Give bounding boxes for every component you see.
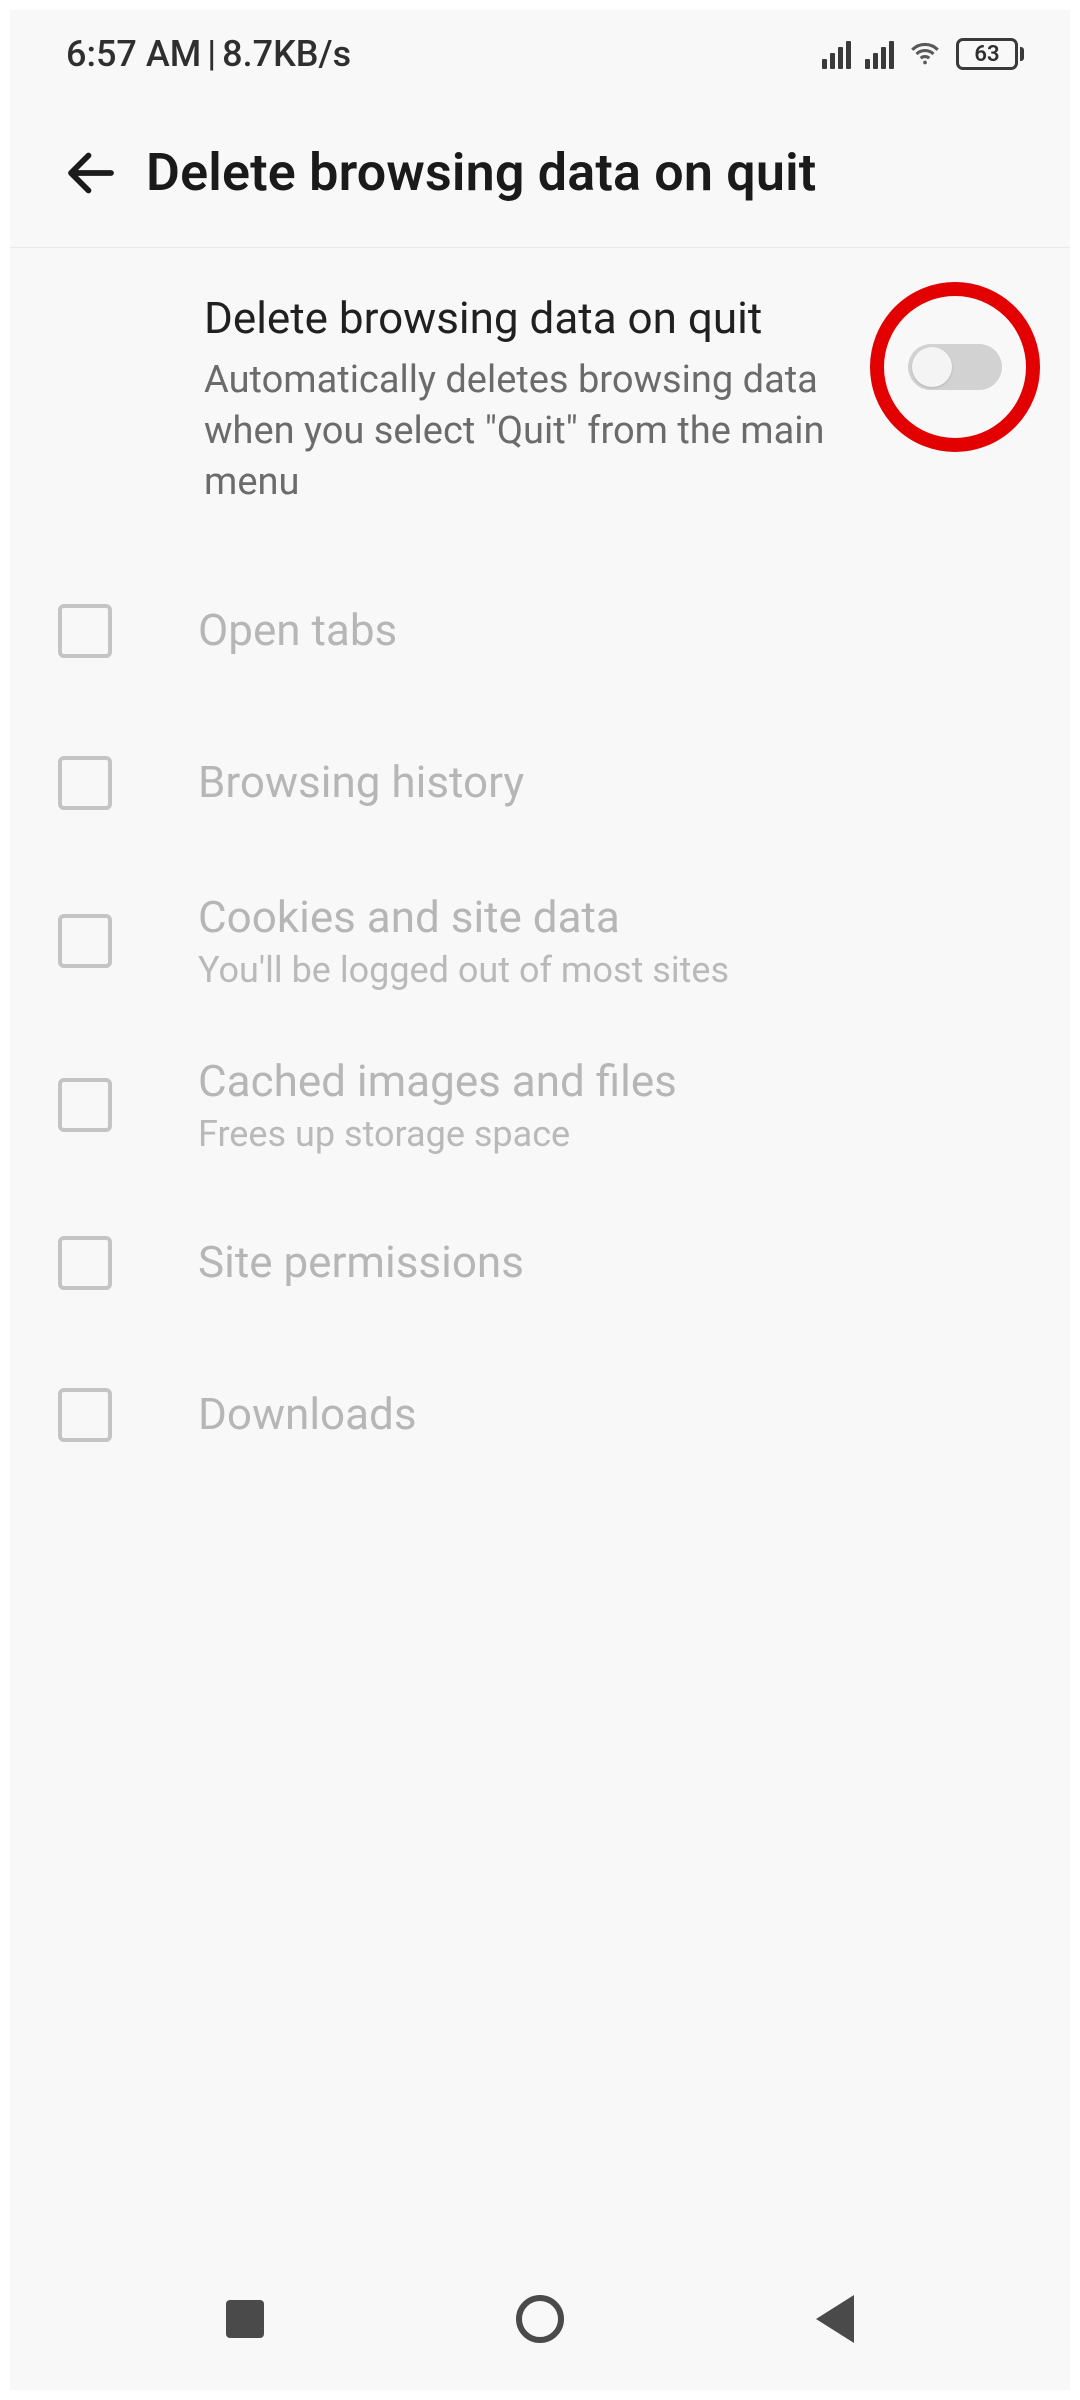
status-net-speed: 8.7KB/s (222, 33, 351, 75)
option-site-permissions[interactable]: Site permissions (10, 1187, 1070, 1339)
option-cookies[interactable]: Cookies and site dataYou'll be logged ou… (10, 859, 1070, 1023)
app-bar: Delete browsing data on quit (10, 98, 1070, 248)
main-toggle-switch[interactable] (908, 344, 1002, 390)
status-right: 63 (822, 37, 1024, 71)
square-icon (226, 2300, 264, 2338)
signal-sim2-icon (865, 39, 894, 69)
nav-recents-button[interactable] (185, 2300, 305, 2338)
status-bar: 6:57 AM | 8.7KB/s (10, 10, 1070, 98)
nav-bar (10, 2264, 1070, 2374)
options-list: Open tabs Browsing history Cookies and sit… (10, 555, 1070, 1491)
checkbox-downloads[interactable] (58, 1388, 112, 1442)
option-cached[interactable]: Cached images and filesFrees up storage … (10, 1023, 1070, 1187)
nav-back-button[interactable] (775, 2295, 895, 2343)
triangle-left-icon (816, 2295, 854, 2343)
option-sublabel: You'll be logged out of most sites (198, 949, 729, 991)
checkbox-cached[interactable] (58, 1078, 112, 1132)
checkbox-open-tabs[interactable] (58, 604, 112, 658)
nav-home-button[interactable] (480, 2295, 600, 2343)
page-title: Delete browsing data on quit (146, 142, 816, 203)
option-sublabel: Frees up storage space (198, 1113, 677, 1155)
back-button[interactable] (46, 128, 136, 218)
toggle-knob (912, 347, 952, 387)
status-left: 6:57 AM | 8.7KB/s (66, 33, 351, 75)
main-toggle-row[interactable]: Delete browsing data on quit Automatical… (10, 248, 1070, 555)
option-open-tabs[interactable]: Open tabs (10, 555, 1070, 707)
main-toggle-subtitle: Automatically deletes browsing data when… (204, 355, 840, 509)
option-label: Open tabs (198, 603, 397, 658)
status-separator: | (207, 33, 216, 75)
option-browsing-history[interactable]: Browsing history (10, 707, 1070, 859)
checkbox-browsing-history[interactable] (58, 756, 112, 810)
battery-icon: 63 (956, 38, 1024, 70)
checkbox-cookies[interactable] (58, 914, 112, 968)
signal-sim1-icon (822, 39, 851, 69)
option-label: Browsing history (198, 755, 524, 810)
arrow-left-icon (61, 143, 121, 203)
circle-icon (516, 2295, 564, 2343)
option-label: Cached images and files (198, 1054, 677, 1109)
option-label: Downloads (198, 1387, 417, 1442)
main-toggle-title: Delete browsing data on quit (204, 292, 840, 345)
checkbox-site-permissions[interactable] (58, 1236, 112, 1290)
option-label: Site permissions (198, 1235, 524, 1290)
status-time: 6:57 AM (66, 33, 201, 75)
option-label: Cookies and site data (198, 890, 729, 945)
battery-percent: 63 (974, 42, 999, 67)
option-downloads[interactable]: Downloads (10, 1339, 1070, 1491)
wifi-icon (908, 37, 942, 71)
